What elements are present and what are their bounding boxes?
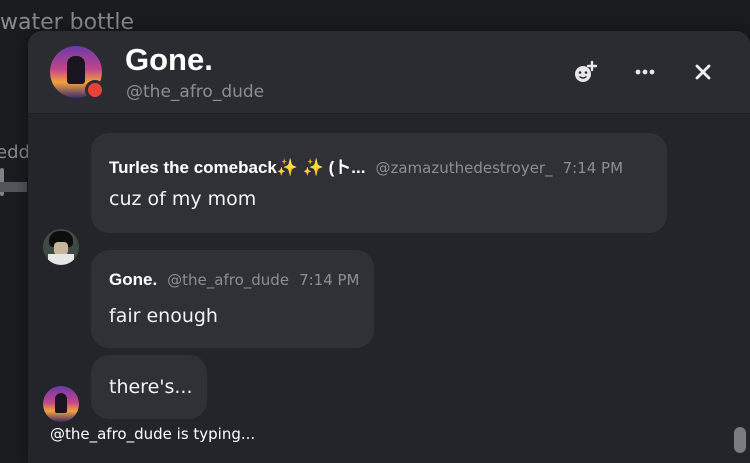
more-icon [635,69,655,75]
message-bubble[interactable]: there's... [91,355,207,419]
message-bubble[interactable]: Gone. @the_afro_dude 7:14 PM fair enough [91,250,374,348]
chat-popup: Gone. @the_afro_dude Turles the comeback… [28,31,750,463]
message-author[interactable]: Gone. [109,270,157,289]
message-text: fair enough [109,305,218,327]
chat-handle: @the_afro_dude [126,82,265,102]
typing-indicator: @the_afro_dude is typing... [50,425,256,443]
message-text: there's... [109,376,193,398]
message-author[interactable]: Turles the comeback✨ ✨ (ト... [109,158,365,177]
author-avatar[interactable] [43,386,79,422]
background-side-text: edd [0,142,30,163]
status-indicator [85,80,105,100]
chat-title[interactable]: Gone. [125,42,213,78]
message-list[interactable]: Turles the comeback✨ ✨ (ト... @zamazuthede… [28,114,750,463]
message-bubble[interactable]: Turles the comeback✨ ✨ (ト... @zamazuthede… [91,133,667,233]
background-divider [0,182,27,192]
add-friend-icon [575,60,598,82]
add-friend-button[interactable] [570,57,600,87]
close-button[interactable] [688,57,718,87]
message-time: 7:14 PM [562,159,624,177]
message-text: cuz of my mom [109,188,257,210]
message-handle: @zamazuthedestroyer_ [375,159,553,177]
close-icon [695,64,711,80]
more-options-button[interactable] [630,57,660,87]
message-time: 7:14 PM [299,271,360,289]
chat-header: Gone. @the_afro_dude [28,31,750,114]
chat-avatar[interactable] [50,46,105,100]
message-handle: @the_afro_dude [167,271,290,289]
scrollbar-thumb[interactable] [734,427,746,453]
author-avatar[interactable] [43,229,79,265]
